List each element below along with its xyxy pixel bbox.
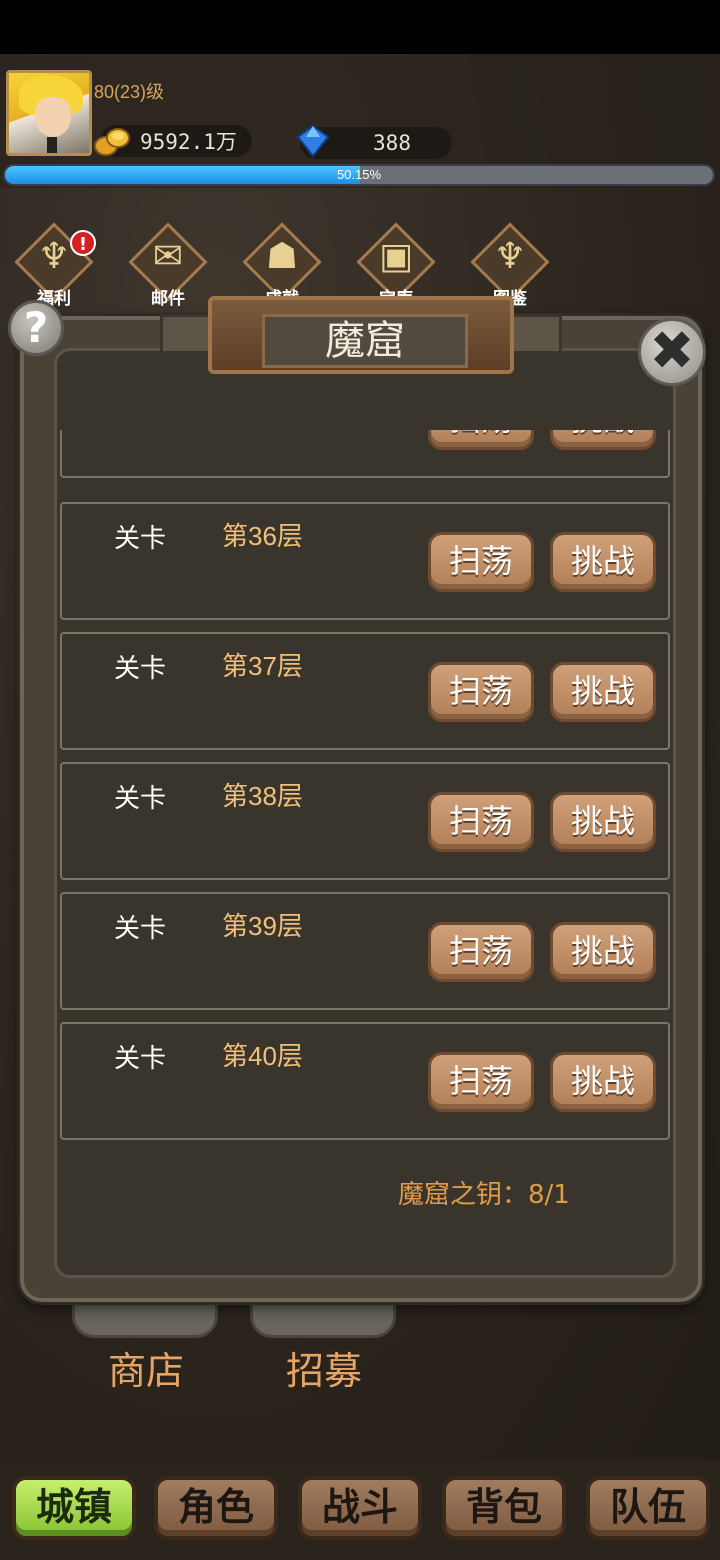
- list-item: 关卡 第39层 扫荡 挑战: [60, 892, 670, 1010]
- blue-gem-icon: [296, 124, 330, 158]
- sweep-button[interactable]: 扫荡: [428, 430, 534, 450]
- envelope-icon: ✉: [152, 236, 184, 277]
- nav-battle[interactable]: 战斗: [298, 1476, 422, 1540]
- player-avatar[interactable]: [6, 70, 92, 156]
- nav-bag[interactable]: 背包: [442, 1476, 566, 1540]
- stage-label: 关卡: [114, 1044, 167, 1074]
- sweep-button[interactable]: 扫荡: [428, 662, 534, 722]
- welfare-button[interactable]: ♆ 福利 !: [12, 222, 96, 309]
- wings-emblem-icon: ♆: [493, 236, 527, 277]
- silhouette-icon: ☗: [265, 236, 299, 277]
- sweep-button[interactable]: 扫荡: [428, 1052, 534, 1112]
- nav-character[interactable]: 角色: [154, 1476, 278, 1540]
- stage-label: 关卡: [114, 654, 167, 684]
- dialog-title-plaque: 魔窟: [208, 296, 514, 374]
- floor-label: 第39层: [222, 911, 303, 941]
- mail-button[interactable]: ✉ 邮件: [126, 222, 210, 309]
- sweep-button[interactable]: 扫荡: [428, 792, 534, 852]
- dialog-title-frame: 魔窟: [262, 314, 468, 368]
- gem-amount: 388: [373, 131, 411, 155]
- list-item: 关卡 第37层 扫荡 挑战: [60, 632, 670, 750]
- treasure-chest-icon: ▣: [378, 236, 413, 277]
- nav-town[interactable]: 城镇: [12, 1476, 136, 1540]
- experience-bar: 50.15%: [3, 164, 715, 186]
- close-icon[interactable]: ✖: [638, 318, 706, 386]
- challenge-button[interactable]: 挑战: [550, 662, 656, 722]
- shop-label: 商店: [108, 1349, 185, 1393]
- help-button[interactable]: ?: [8, 300, 64, 356]
- list-item: 关卡 第40层 扫荡 挑战: [60, 1022, 670, 1140]
- challenge-button[interactable]: 挑战: [550, 430, 656, 450]
- challenge-button[interactable]: 挑战: [550, 1052, 656, 1112]
- gold-coin-icon: [94, 128, 130, 156]
- floor-label: 第36层: [222, 521, 303, 551]
- avatar-tie: [47, 137, 57, 153]
- floor-label: 第37层: [222, 651, 303, 681]
- list-item: 关卡 第36层 扫荡 挑战: [60, 502, 670, 620]
- avatar-face: [35, 97, 71, 137]
- player-level: 80(23)级: [94, 82, 165, 102]
- challenge-button[interactable]: 挑战: [550, 532, 656, 592]
- challenge-button[interactable]: 挑战: [550, 922, 656, 982]
- mail-label: 邮件: [151, 289, 185, 309]
- stage-label: 关卡: [114, 524, 167, 554]
- floor-label: 第40层: [222, 1041, 303, 1071]
- nav-team[interactable]: 队伍: [586, 1476, 710, 1540]
- stage-label: 关卡: [114, 914, 167, 944]
- achievement-button[interactable]: ☗ 成就: [240, 222, 324, 309]
- floor-label: 第38层: [222, 781, 303, 811]
- dialog-title: 魔窟: [325, 318, 405, 364]
- floor-list[interactable]: 扫荡 挑战 关卡 第36层 扫荡 挑战 关卡 第37层 扫荡 挑战 关卡 第38…: [58, 430, 672, 1146]
- sweep-button[interactable]: 扫荡: [428, 532, 534, 592]
- status-bar: [0, 0, 720, 54]
- sweep-button[interactable]: 扫荡: [428, 922, 534, 982]
- experience-text: 50.15%: [336, 167, 382, 182]
- notification-badge: !: [70, 230, 96, 256]
- gold-amount: 9592.1万: [140, 130, 237, 154]
- stage-label: 关卡: [114, 784, 167, 814]
- codex-button[interactable]: ♆ 图鉴: [468, 222, 552, 309]
- cave-key-count: 魔窟之钥：8/1: [398, 1180, 570, 1210]
- challenge-button[interactable]: 挑战: [550, 792, 656, 852]
- list-item: 关卡 第38层 扫荡 挑战: [60, 762, 670, 880]
- treasury-button[interactable]: ▣ 宝库: [354, 222, 438, 309]
- recruit-label: 招募: [286, 1349, 363, 1393]
- list-item: 扫荡 挑战: [60, 430, 670, 478]
